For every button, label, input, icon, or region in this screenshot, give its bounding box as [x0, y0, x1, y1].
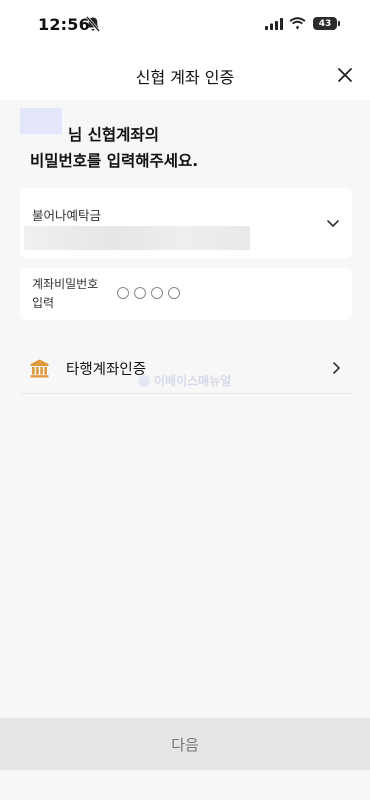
- masked-account-number: [24, 226, 250, 250]
- next-button[interactable]: 다음: [0, 718, 370, 770]
- header: 신협 계좌 인증: [0, 48, 370, 100]
- intro-line2: 비밀번호를 입력해주세요.: [30, 152, 199, 170]
- other-bank-label: 타행계좌인증: [66, 362, 147, 378]
- battery-nub: [338, 21, 340, 26]
- status-bar: 12:56 43: [0, 0, 370, 48]
- watermark-text: 이베이스매뉴얼: [154, 374, 232, 388]
- chevron-right-icon: [333, 362, 340, 374]
- intro-line1-suffix: 님 신협계좌의: [68, 126, 159, 144]
- intro-line1: 님 신협계좌의: [20, 108, 198, 148]
- bank-icon: [30, 359, 49, 378]
- watermark-logo-icon: [138, 374, 150, 387]
- password-label-line1: 계좌비밀번호: [32, 277, 99, 291]
- cellular-signal-icon: [265, 18, 283, 30]
- password-label-line2: 입력: [32, 296, 55, 310]
- password-label: 계좌비밀번호 입력: [32, 275, 98, 313]
- password-digit-1[interactable]: [117, 287, 129, 299]
- watermark: 이베이스매뉴얼: [138, 372, 231, 389]
- bottom-safe-area: [0, 770, 370, 800]
- password-digit-4[interactable]: [168, 287, 180, 299]
- password-digits[interactable]: [117, 287, 180, 299]
- close-icon[interactable]: [334, 64, 356, 86]
- password-field[interactable]: 계좌비밀번호 입력: [20, 268, 352, 320]
- account-select[interactable]: 불어나예탁금: [20, 188, 352, 258]
- chevron-down-icon[interactable]: [326, 218, 340, 228]
- bell-off-icon: [86, 16, 100, 32]
- battery-indicator: 43: [313, 17, 337, 30]
- account-product-name: 불어나예탁금: [32, 208, 102, 223]
- page-title: 신협 계좌 인증: [135, 68, 235, 87]
- masked-user-name: [20, 108, 62, 134]
- status-time: 12:56: [38, 15, 90, 34]
- intro-text: 님 신협계좌의 비밀번호를 입력해주세요.: [20, 108, 199, 174]
- wifi-icon: [289, 17, 306, 30]
- password-digit-3[interactable]: [151, 287, 163, 299]
- password-digit-2[interactable]: [134, 287, 146, 299]
